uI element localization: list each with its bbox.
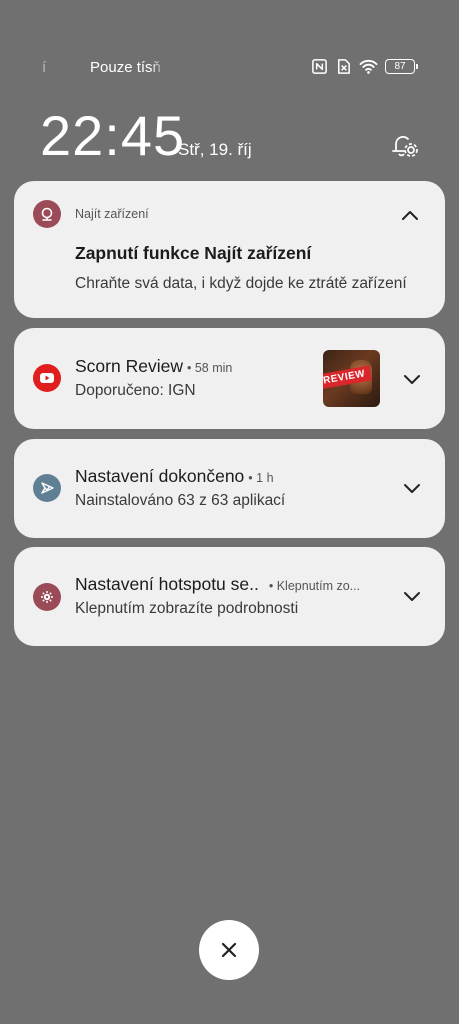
battery-icon: 87 — [385, 59, 418, 74]
video-thumbnail: REVIEW — [323, 350, 380, 407]
notification-title: Scorn Review • 58 min — [75, 356, 232, 377]
status-bar: í Pouze tísň 87 — [0, 56, 459, 80]
chevron-down-icon — [404, 375, 420, 384]
notification-setup-complete[interactable]: Nastavení dokončeno • 1 h Nainstalováno 6… — [14, 439, 445, 538]
notification-time: • 1 h — [248, 471, 274, 485]
expand-button[interactable] — [400, 368, 424, 392]
no-sim-icon — [338, 59, 350, 74]
chevron-down-icon — [404, 484, 420, 493]
find-device-icon — [33, 200, 61, 228]
carrier-label: Pouze tísň — [90, 59, 161, 76]
notification-body: Doporučeno: IGN — [75, 382, 196, 399]
collapse-button[interactable] — [398, 203, 422, 227]
setup-icon — [33, 474, 61, 502]
wifi-icon — [359, 59, 378, 74]
notification-title-text: Nastavení dokončeno — [75, 466, 245, 486]
notification-time: • 58 min — [186, 361, 233, 375]
notification-subtext: • Klepnutím zo... — [268, 579, 361, 593]
notification-body: Nainstalováno 63 z 63 aplikací — [75, 492, 286, 509]
nfc-icon — [312, 59, 327, 74]
notification-title-text: Nastavení hotspotu se.. — [75, 574, 259, 594]
notification-body: Klepnutím zobrazíte podrobnosti — [75, 600, 299, 617]
app-name: Najít zařízení — [75, 207, 149, 221]
expand-button[interactable] — [400, 585, 424, 609]
battery-level: 87 — [394, 61, 406, 72]
notification-title: Nastavení dokončeno • 1 h — [75, 466, 274, 487]
clear-all-button[interactable] — [199, 920, 259, 980]
notification-find-device[interactable]: Najít zařízení Zapnutí funkce Najít zaří… — [14, 181, 445, 318]
notification-title-text: Scorn Review — [75, 356, 183, 376]
close-icon — [221, 942, 237, 958]
clock-time: 22:45 — [40, 104, 186, 167]
notification-hotspot[interactable]: Nastavení hotspotu se.. • Klepnutím zo...… — [14, 547, 445, 646]
hotspot-icon — [33, 583, 61, 611]
status-faded-text: í — [42, 59, 47, 76]
notification-youtube[interactable]: Scorn Review • 58 min Doporučeno: IGN REV… — [14, 328, 445, 429]
notification-title: Nastavení hotspotu se.. • Klepnutím zo... — [75, 574, 360, 595]
expand-button[interactable] — [400, 477, 424, 501]
notification-settings-icon[interactable] — [388, 130, 420, 162]
chevron-down-icon — [404, 592, 420, 601]
status-icons: 87 — [311, 58, 418, 75]
notification-title: Zapnutí funkce Najít zařízení — [75, 243, 312, 263]
notification-body: Chraňte svá data, i když dojde ke ztrátě… — [75, 275, 407, 292]
youtube-icon — [33, 364, 61, 392]
chevron-up-icon — [402, 211, 418, 220]
clock-date: Stř, 19. říj — [178, 140, 252, 159]
